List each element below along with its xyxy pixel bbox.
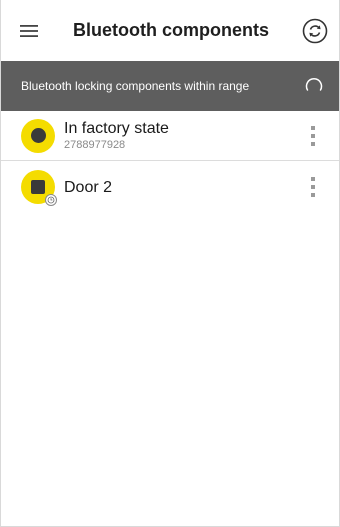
page-title: Bluetooth components — [73, 20, 269, 40]
sync-icon[interactable] — [301, 17, 329, 45]
item-subtitle: 2788977928 — [64, 139, 126, 151]
app-bar: Bluetooth components — [1, 0, 339, 61]
round-lock-icon — [21, 118, 55, 153]
square-lock-icon — [21, 170, 57, 206]
component-list: In factory state 2788977928 Door 2 — [1, 111, 339, 213]
list-item[interactable]: In factory state 2788977928 — [1, 111, 339, 161]
scan-status-banner: Bluetooth locking components within rang… — [1, 61, 339, 111]
item-title: Door 2 — [64, 178, 113, 196]
loading-spinner-icon — [303, 75, 325, 97]
more-vertical-icon[interactable] — [303, 175, 323, 199]
hamburger-menu-icon[interactable] — [19, 21, 45, 41]
clock-badge-icon — [45, 194, 57, 206]
list-item[interactable]: Door 2 — [1, 161, 339, 213]
screen: Bluetooth components Bluetooth locking c… — [0, 0, 340, 527]
more-vertical-icon[interactable] — [303, 124, 323, 148]
item-title: In factory state — [64, 120, 169, 137]
banner-text: Bluetooth locking components within rang… — [21, 79, 250, 93]
